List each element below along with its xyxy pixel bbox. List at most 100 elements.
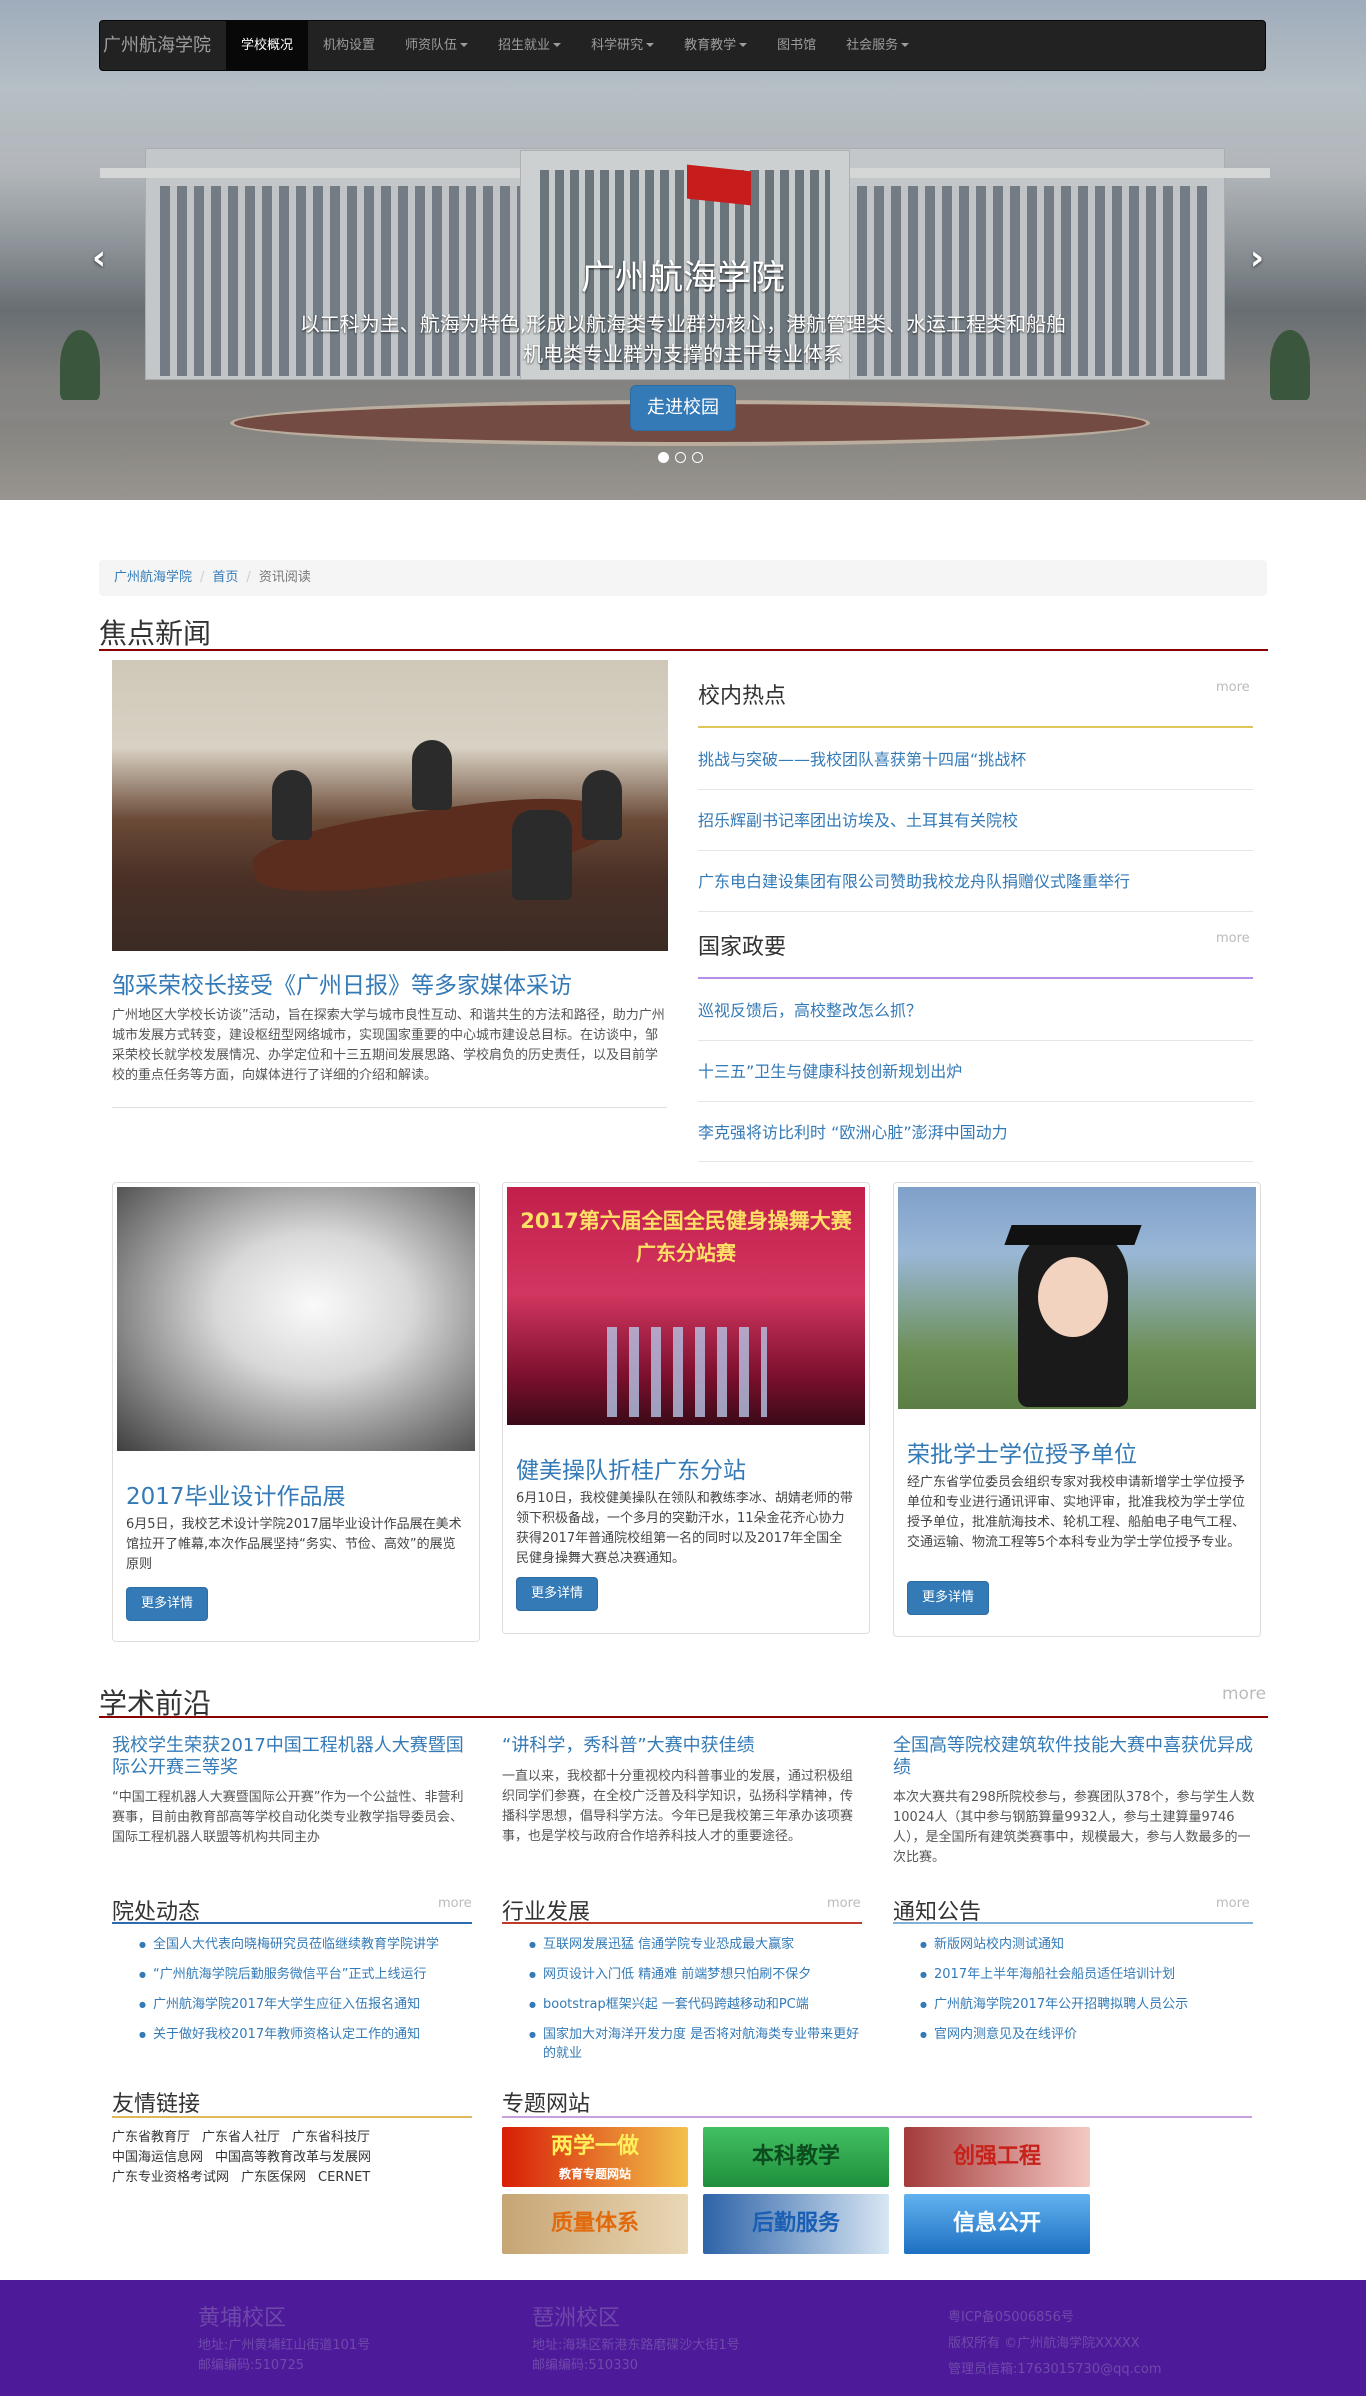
- art-exhibition-image[interactable]: [117, 1187, 475, 1451]
- policy-news-item[interactable]: 巡视反馈后，高校整改怎么抓？: [698, 997, 1253, 1021]
- banner-two-studies[interactable]: 两学一做 教育专题网站: [502, 2127, 688, 2187]
- card-title[interactable]: 健美操队折桂广东分站: [516, 1451, 746, 1485]
- section-divider: [698, 726, 1253, 728]
- more-details-button[interactable]: 更多详情: [907, 1581, 989, 1615]
- dept-news-item[interactable]: 广州航海学院2017年大学生应征入伍报名通知: [139, 1995, 471, 2014]
- carousel-indicator[interactable]: [658, 452, 669, 463]
- nav-label: 机构设置: [323, 37, 376, 53]
- navbar-brand[interactable]: 广州航海学院: [100, 21, 226, 71]
- industry-news-item[interactable]: bootstrap框架兴起 一套代码跨越移动和PC端: [529, 1995, 861, 2014]
- more-link[interactable]: more: [1216, 1896, 1250, 1911]
- industry-news-item[interactable]: 网页设计入门低 精通难 前端梦想只怕刷不保夕: [529, 1965, 861, 1984]
- image-banner-text: 广东分站赛: [636, 1241, 736, 1265]
- banner-logistics-service[interactable]: 后勤服务: [703, 2194, 889, 2254]
- friend-link[interactable]: 广东省教育厅: [112, 2130, 190, 2145]
- dept-news-item[interactable]: 关于做好我校2017年教师资格认定工作的通知: [139, 2025, 471, 2044]
- banner-info-disclosure[interactable]: 信息公开: [904, 2194, 1090, 2254]
- nav-item-faculty[interactable]: 师资队伍: [390, 21, 483, 71]
- academic-item-title[interactable]: “讲科学，秀科普”大赛中获佳绩: [502, 1735, 862, 1757]
- enter-campus-button[interactable]: 走进校园: [630, 385, 736, 431]
- footer-campus-title: 琶洲校区: [532, 2306, 621, 2331]
- footer-address: 地址:海珠区新港东路磨碟沙大街1号: [532, 2338, 740, 2353]
- card-title[interactable]: 荣批学士学位授予单位: [907, 1435, 1137, 1469]
- meeting-photo[interactable]: [112, 660, 668, 951]
- more-link[interactable]: more: [1222, 1684, 1266, 1704]
- person-figure: [512, 810, 572, 900]
- notice-item[interactable]: 广州航海学院2017年公开招聘拟聘人员公示: [920, 1995, 1252, 2014]
- breadcrumb-separator: /: [200, 570, 205, 585]
- industry-news-item[interactable]: 互联网发展迅猛 信通学院专业恐成最大赢家: [529, 1935, 861, 1954]
- industry-news-item[interactable]: 国家加大对海洋开发力度 是否将对航海类专业带来更好的就业: [529, 2025, 861, 2063]
- nav-item-education[interactable]: 教育教学: [669, 21, 762, 71]
- nav-item-library[interactable]: 图书馆: [762, 21, 831, 71]
- card-text: 经广东省学位委员会组织专家对我校申请新增学士学位授予单位和专业进行通讯评审、实地…: [907, 1475, 1246, 1550]
- friend-link[interactable]: CERNET: [318, 2170, 370, 2185]
- nav-item-service[interactable]: 社会服务: [831, 21, 924, 71]
- nav-item-departments[interactable]: 机构设置: [308, 21, 390, 71]
- hot-news-item[interactable]: 招乐辉副书记率团出访埃及、土耳其有关院校: [698, 807, 1253, 831]
- graduate-image[interactable]: [898, 1187, 1256, 1409]
- lead-news-title[interactable]: 邹采荣校长接受《广州日报》等多家媒体采访: [112, 966, 572, 1000]
- friend-link[interactable]: 广东省人社厅: [202, 2130, 280, 2145]
- caret-down-icon: [553, 43, 562, 47]
- nav-item-admissions[interactable]: 招生就业: [483, 21, 576, 71]
- academic-item-title[interactable]: 全国高等院校建筑软件技能大赛中喜获优异成绩: [893, 1735, 1255, 1779]
- hot-news-item[interactable]: 广东电白建设集团有限公司赞助我校龙舟队捐赠仪式隆重举行: [698, 868, 1253, 892]
- banner-undergrad-teaching[interactable]: 本科教学: [703, 2127, 889, 2187]
- academic-item-text: “中国工程机器人大赛暨国际公开赛”作为一个公益性、非营利赛事，目前由教育部高等学…: [112, 1790, 464, 1845]
- notice-item[interactable]: 2017年上半年海船社会船员适任培训计划: [920, 1965, 1252, 1984]
- notice-item[interactable]: 官网内测意见及在线评价: [920, 2025, 1252, 2044]
- more-link[interactable]: more: [827, 1896, 861, 1911]
- lead-news-text: 广州地区大学校长访谈”活动，旨在探索大学与城市良性互动、和谐共生的方法和路径，助…: [112, 1008, 665, 1083]
- carousel-indicator[interactable]: [692, 452, 703, 463]
- nav-item-overview[interactable]: 学校概况: [226, 20, 309, 71]
- nav-item-research[interactable]: 科学研究: [576, 21, 669, 71]
- top-navbar: 广州航海学院 学校概况 机构设置 师资队伍 招生就业 科学研究 教育教学 图书馆…: [99, 20, 1266, 71]
- footer-address: 地址:广州黄埔红山街道101号: [198, 2338, 371, 2353]
- nav-label: 学校概况: [241, 37, 294, 53]
- friend-link[interactable]: 中国高等教育改革与发展网: [215, 2150, 371, 2165]
- divider: [698, 911, 1253, 912]
- friend-link[interactable]: 广东医保网: [241, 2170, 306, 2185]
- policy-title: 国家政要: [698, 935, 787, 960]
- friend-link[interactable]: 广东省科技厅: [292, 2130, 370, 2145]
- chevron-left-icon[interactable]: ‹: [92, 238, 106, 278]
- more-details-button[interactable]: 更多详情: [516, 1577, 598, 1611]
- academic-item-title[interactable]: 我校学生荣获2017中国工程机器人大赛暨国际公开赛三等奖: [112, 1735, 467, 1779]
- footer-admin-email[interactable]: 管理员信箱:1763015730@qq.com: [948, 2360, 1162, 2380]
- nav-label: 师资队伍: [405, 37, 458, 53]
- footer-icp[interactable]: 粤ICP备05006856号: [948, 2308, 1074, 2328]
- news-card: 荣批学士学位授予单位 经广东省学位委员会组织专家对我校申请新增学士学位授予单位和…: [893, 1182, 1261, 1637]
- banner-label: 两学一做: [550, 2134, 639, 2159]
- carousel-text-line2: 机电类专业群为支撑的主干专业体系: [523, 342, 843, 366]
- card-text: 6月10日，我校健美操队在领队和教练李冰、胡婧老师的带领下积极备战，一个多月的突…: [516, 1491, 853, 1566]
- friend-link[interactable]: 中国海运信息网: [112, 2150, 203, 2165]
- breadcrumb-item[interactable]: 首页: [212, 560, 238, 596]
- caret-down-icon: [739, 43, 748, 47]
- dept-news-item[interactable]: “广州航海学院后勤服务微信平台”正式上线运行: [139, 1965, 471, 1984]
- friend-link[interactable]: 广东专业资格考试网: [112, 2170, 229, 2185]
- policy-news-item[interactable]: 十三五”卫生与健康科技创新规划出炉: [698, 1058, 1253, 1082]
- more-link[interactable]: more: [438, 1896, 472, 1911]
- card-title[interactable]: 2017毕业设计作品展: [126, 1477, 346, 1511]
- divider: [698, 1101, 1253, 1102]
- banner-sub: 教育专题网站: [558, 2167, 631, 2181]
- notice-item[interactable]: 新版网站校内测试通知: [920, 1935, 1252, 1954]
- breadcrumb-item[interactable]: 广州航海学院: [114, 560, 192, 596]
- more-link[interactable]: more: [1216, 680, 1250, 695]
- chevron-right-icon[interactable]: ›: [1250, 238, 1264, 278]
- banner-strong-project[interactable]: 创强工程: [904, 2127, 1090, 2187]
- carousel-indicator[interactable]: [675, 452, 686, 463]
- dept-news-item[interactable]: 全国人大代表向晓梅研究员莅临继续教育学院讲学: [139, 1935, 471, 1954]
- nav-label: 图书馆: [777, 37, 817, 53]
- banner-quality-system[interactable]: 质量体系: [502, 2194, 688, 2254]
- aerobics-team-image[interactable]: 2017第六届全国全民健身操舞大赛 广东分站赛: [507, 1187, 865, 1425]
- card-text: 6月5日，我校艺术设计学院2017届毕业设计作品展在美术馆拉开了帷幕,本次作品展…: [126, 1517, 462, 1572]
- more-details-button[interactable]: 更多详情: [126, 1587, 208, 1621]
- hot-news-item[interactable]: 挑战与突破——我校团队喜获第十四届“挑战杯: [698, 746, 1253, 770]
- image-banner-text: 2017第六届全国全民健身操舞大赛: [520, 1209, 852, 1233]
- person-figure: [582, 770, 622, 840]
- policy-news-item[interactable]: 李克强将访比利时 “欧洲心脏”澎湃中国动力: [698, 1119, 1253, 1143]
- footer-copyright: 版权所有 ©广州航海学院XXXXX: [948, 2336, 1140, 2351]
- more-link[interactable]: more: [1216, 931, 1250, 946]
